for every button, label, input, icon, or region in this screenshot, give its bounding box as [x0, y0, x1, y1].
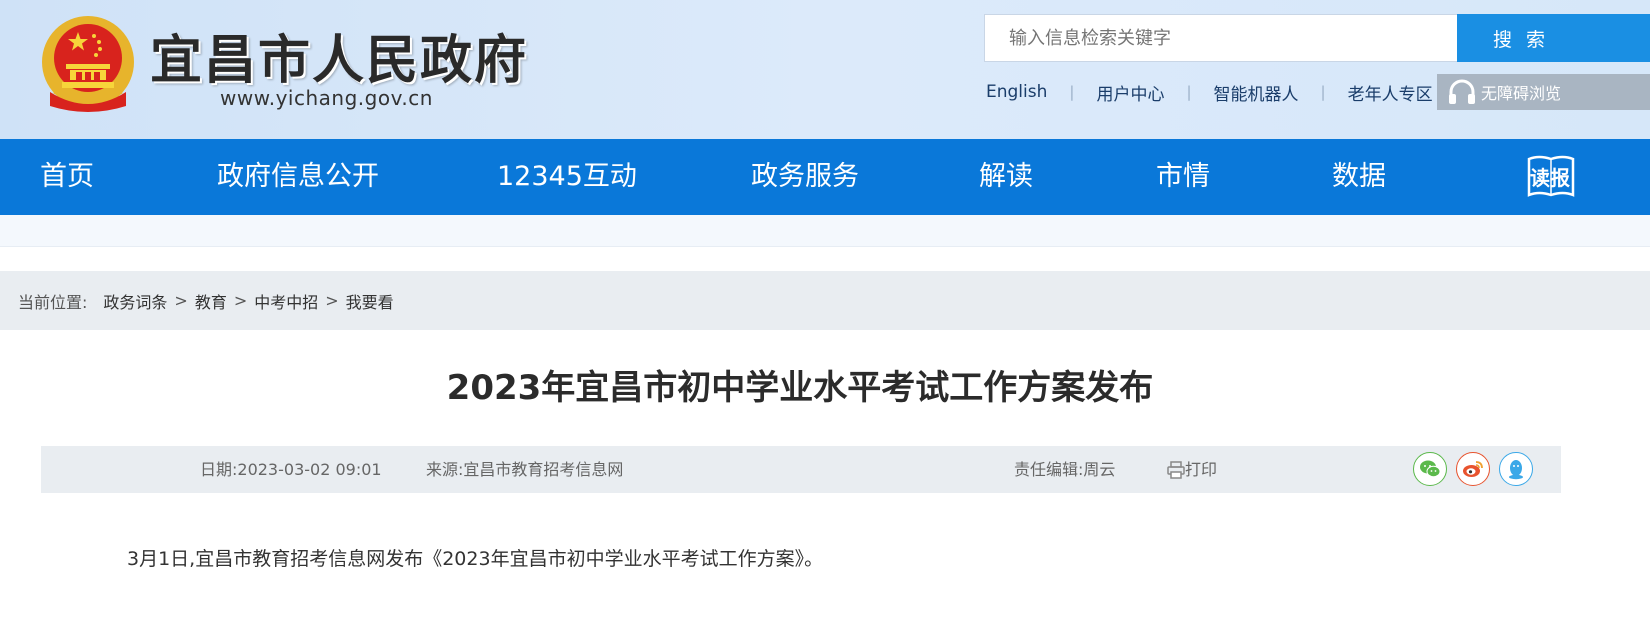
- read-newspaper-button[interactable]: 读报: [1527, 155, 1575, 199]
- nav-item-services[interactable]: 政务服务: [751, 139, 859, 215]
- site-title: 宜昌市人民政府: [150, 30, 529, 91]
- nav-item-gov-info[interactable]: 政府信息公开: [217, 139, 379, 215]
- print-button[interactable]: 打印: [1167, 446, 1217, 493]
- breadcrumb-item-exam-enrollment[interactable]: 中考中招: [254, 289, 318, 313]
- site-header: 宜昌市人民政府 www.yichang.gov.cn 搜 索 English |…: [0, 0, 1650, 139]
- article-title: 2023年宜昌市初中学业水平考试工作方案发布: [446, 368, 1154, 408]
- breadcrumb-item-education[interactable]: 教育: [195, 289, 227, 313]
- article-date: 日期:2023-03-02 09:01: [200, 460, 382, 479]
- breadcrumb-label: 当前位置:: [18, 292, 88, 312]
- national-emblem-icon: [42, 16, 134, 112]
- breadcrumb: 当前位置: 政务词条 > 教育 > 中考中招 > 我要看: [0, 271, 1650, 330]
- printer-icon: [1167, 460, 1185, 479]
- nav-item-interpretation[interactable]: 解读: [979, 139, 1033, 215]
- nav-item-home[interactable]: 首页: [40, 139, 94, 215]
- wechat-icon: [1420, 460, 1441, 478]
- search-input[interactable]: [984, 14, 1458, 62]
- nav-item-data[interactable]: 数据: [1332, 139, 1386, 215]
- main-nav: 首页 政府信息公开 12345互动 政务服务 解读 市情 数据 读报: [0, 139, 1650, 215]
- print-label: 打印: [1185, 460, 1218, 479]
- breadcrumb-separator: >: [325, 291, 339, 310]
- top-links: English | 用户中心 | 智能机器人 | 老年人专区: [986, 80, 1433, 105]
- share-qq-button[interactable]: [1499, 452, 1533, 486]
- breadcrumb-item-gov-terms[interactable]: 政务词条: [103, 289, 167, 313]
- sub-band: [0, 215, 1650, 247]
- article-editor: 责任编辑:周云: [1014, 460, 1116, 479]
- article-meta-bar: 日期:2023-03-02 09:01 来源:宜昌市教育招考信息网 责任编辑:周…: [41, 446, 1561, 493]
- link-separator: |: [1186, 83, 1192, 101]
- breadcrumb-separator: >: [233, 291, 248, 310]
- breadcrumb-separator: >: [174, 291, 188, 310]
- site-url: www.yichang.gov.cn: [220, 86, 433, 110]
- nav-item-city-info[interactable]: 市情: [1156, 139, 1210, 215]
- weibo-icon: [1463, 461, 1483, 477]
- qq-icon: [1509, 460, 1523, 480]
- read-label: 读报: [1530, 166, 1570, 190]
- share-wechat-button[interactable]: [1413, 452, 1447, 486]
- link-user-center[interactable]: 用户中心: [1096, 80, 1164, 105]
- headphones-icon: [1449, 79, 1475, 104]
- article-source: 来源:宜昌市教育招考信息网: [426, 460, 624, 479]
- link-separator: |: [1069, 83, 1075, 101]
- accessibility-label: 无障碍浏览: [1481, 84, 1562, 103]
- nav-item-12345[interactable]: 12345互动: [497, 139, 637, 215]
- share-weibo-button[interactable]: [1456, 452, 1490, 486]
- article-paragraph: 3月1日,宜昌市教育招考信息网发布《2023年宜昌市初中学业水平考试工作方案》。: [127, 548, 824, 570]
- link-english[interactable]: English: [986, 82, 1047, 102]
- breadcrumb-item-view[interactable]: 我要看: [346, 289, 394, 313]
- link-elderly-zone[interactable]: 老年人专区: [1348, 80, 1433, 105]
- link-smart-robot[interactable]: 智能机器人: [1214, 80, 1299, 105]
- search-button[interactable]: 搜 索: [1457, 14, 1650, 62]
- link-separator: |: [1320, 83, 1326, 101]
- accessibility-button[interactable]: 无障碍浏览: [1437, 74, 1650, 110]
